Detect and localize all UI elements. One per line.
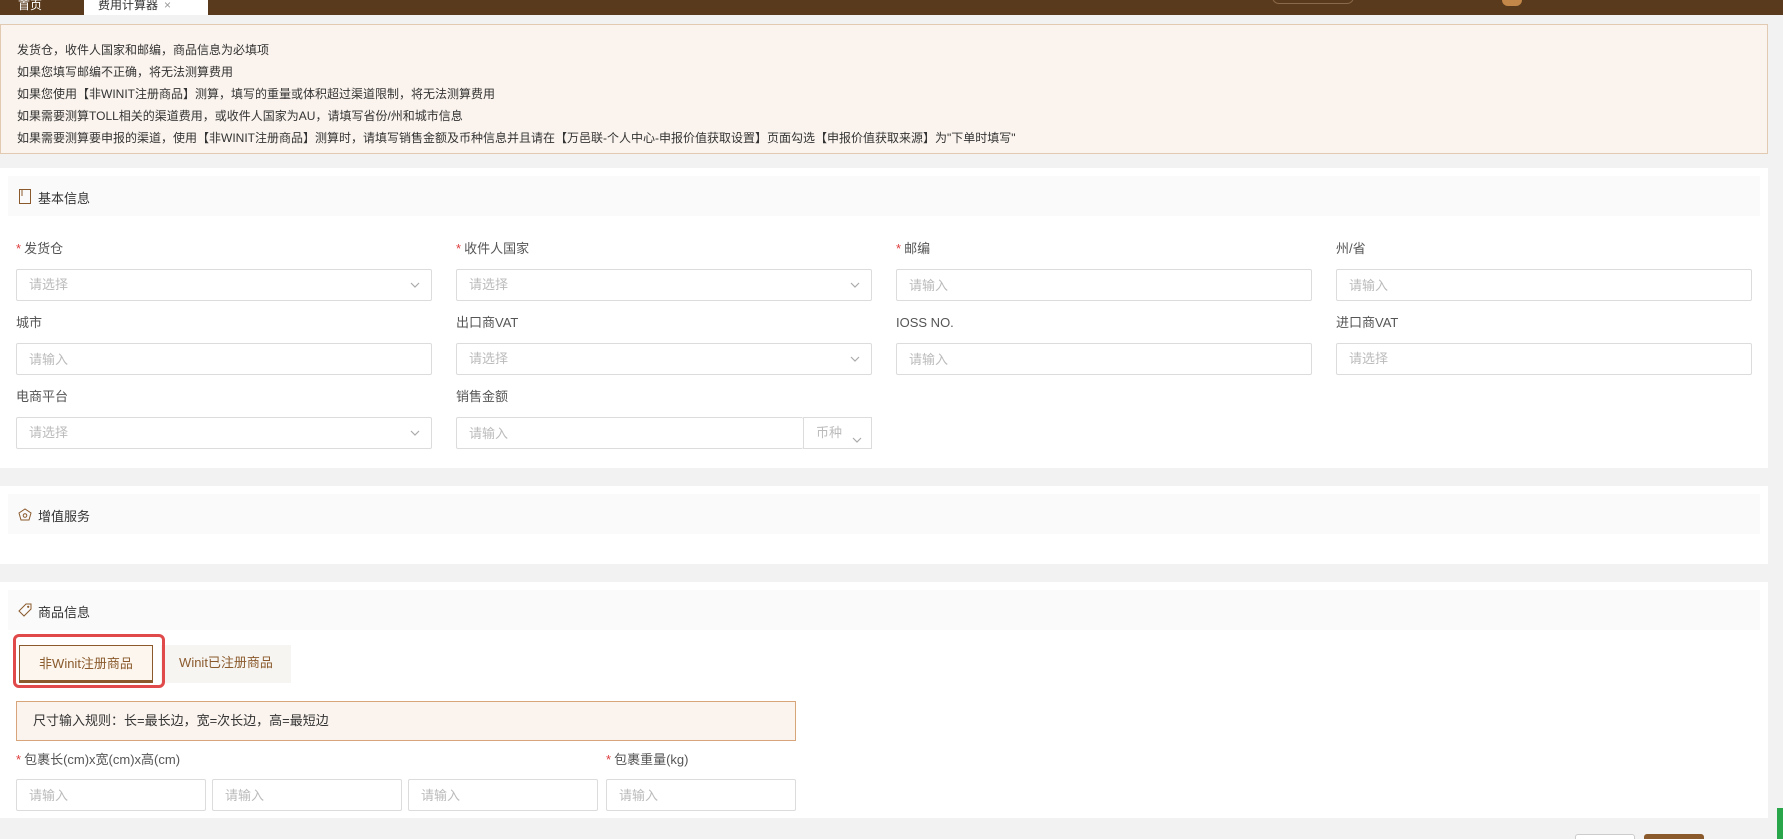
state-input[interactable] <box>1336 269 1752 301</box>
city-label: 城市 <box>16 315 43 330</box>
basic-info-header: 基本信息 <box>8 176 1760 216</box>
export-vat-select[interactable]: 请选择 <box>456 343 872 375</box>
ioss-input-box[interactable] <box>909 344 1311 374</box>
notice-line: 如果您填写邮编不正确，将无法测算费用 <box>17 65 234 79</box>
city-input[interactable] <box>16 343 432 375</box>
width-input[interactable] <box>212 779 402 811</box>
city-input-box[interactable] <box>29 344 431 374</box>
weight-input[interactable] <box>606 779 796 811</box>
ioss-input[interactable] <box>896 343 1312 375</box>
state-label: 州/省 <box>1336 241 1366 256</box>
platform-label: 电商平台 <box>16 389 69 404</box>
tab-fee-calculator-label: 费用计算器 <box>98 0 159 12</box>
tab-registered-goods[interactable]: Winit已注册商品 <box>161 645 291 683</box>
value-added-header: 增值服务 <box>8 494 1760 534</box>
section-title: 基本信息 <box>38 191 91 206</box>
length-input[interactable] <box>16 779 206 811</box>
tag-icon <box>18 602 32 618</box>
country-select[interactable]: 请选择 <box>456 269 872 301</box>
tab-home-label: 首页 <box>18 0 43 12</box>
chevron-down-icon <box>849 353 861 365</box>
section-title: 增值服务 <box>38 509 91 524</box>
postcode-input[interactable] <box>896 269 1312 301</box>
state-input-box[interactable] <box>1349 270 1751 300</box>
currency-select[interactable]: 币种 <box>803 417 872 449</box>
notice-line: 如果需要测算要申报的渠道，使用【非WINIT注册商品】测算时，请填写销售金额及币… <box>17 131 1016 145</box>
warehouse-select[interactable]: 请选择 <box>16 269 432 301</box>
sales-amount-label: 销售金额 <box>456 389 509 404</box>
chevron-down-icon <box>409 427 421 439</box>
country-label: * 收件人国家 <box>456 241 530 256</box>
length-input-box[interactable] <box>29 780 205 810</box>
height-input-box[interactable] <box>421 780 597 810</box>
scrollbar-thumb[interactable] <box>1777 808 1783 839</box>
notice-line: 如果需要测算TOLL相关的渠道费用，或收件人国家为AU，请填写省份/州和城市信息 <box>17 109 463 123</box>
notice-line: 如果您使用【非WINIT注册商品】测算，填写的重量或体积超过渠道限制，将无法测算… <box>17 87 495 101</box>
width-input-box[interactable] <box>225 780 401 810</box>
warehouse-label: * 发货仓 <box>16 241 64 256</box>
section-title: 商品信息 <box>38 605 91 620</box>
tab-non-registered-goods[interactable]: 非Winit注册商品 <box>19 645 153 683</box>
weight-input-box[interactable] <box>619 780 795 810</box>
tab-fee-calculator[interactable]: 费用计算器 × <box>84 0 208 15</box>
weight-label: * 包裹重量(kg) <box>606 752 689 767</box>
sales-amount-input-box[interactable] <box>469 418 803 448</box>
postcode-label: * 邮编 <box>896 241 931 256</box>
chevron-down-icon <box>409 279 421 291</box>
import-vat-label: 进口商VAT <box>1336 315 1399 330</box>
sales-amount-input[interactable] <box>456 417 803 449</box>
postcode-input-box[interactable] <box>909 270 1311 300</box>
tab-home[interactable]: 首页 <box>18 0 72 15</box>
import-vat-input[interactable]: 请选择 <box>1336 343 1752 375</box>
notice-panel: 发货仓，收件人国家和邮编，商品信息为必填项 如果您填写邮编不正确，将无法测算费用… <box>0 24 1768 154</box>
avatar[interactable] <box>1502 0 1522 6</box>
export-vat-label: 出口商VAT <box>456 315 519 330</box>
goods-info-header: 商品信息 <box>8 590 1760 630</box>
notice-line: 发货仓，收件人国家和邮编，商品信息为必填项 <box>17 43 270 57</box>
dimensions-label: * 包裹长(cm)x宽(cm)x高(cm) <box>16 752 181 767</box>
service-icon <box>18 506 32 522</box>
value-added-card: 增值服务 <box>0 486 1768 564</box>
height-input[interactable] <box>408 779 598 811</box>
chevron-down-icon <box>849 279 861 291</box>
calculate-button[interactable] <box>1644 834 1704 839</box>
reset-button[interactable] <box>1575 834 1635 839</box>
ioss-label: IOSS NO. <box>896 315 954 330</box>
platform-select[interactable]: 请选择 <box>16 417 432 449</box>
chevron-down-icon <box>851 427 863 443</box>
document-icon <box>18 188 32 204</box>
close-icon[interactable]: × <box>164 0 171 12</box>
header-pill-button[interactable] <box>1272 0 1354 4</box>
top-tab-bar: 首页 费用计算器 × <box>0 0 1783 15</box>
dimension-rule-note: 尺寸输入规则：长=最长边，宽=次长边，高=最短边 <box>16 701 796 741</box>
